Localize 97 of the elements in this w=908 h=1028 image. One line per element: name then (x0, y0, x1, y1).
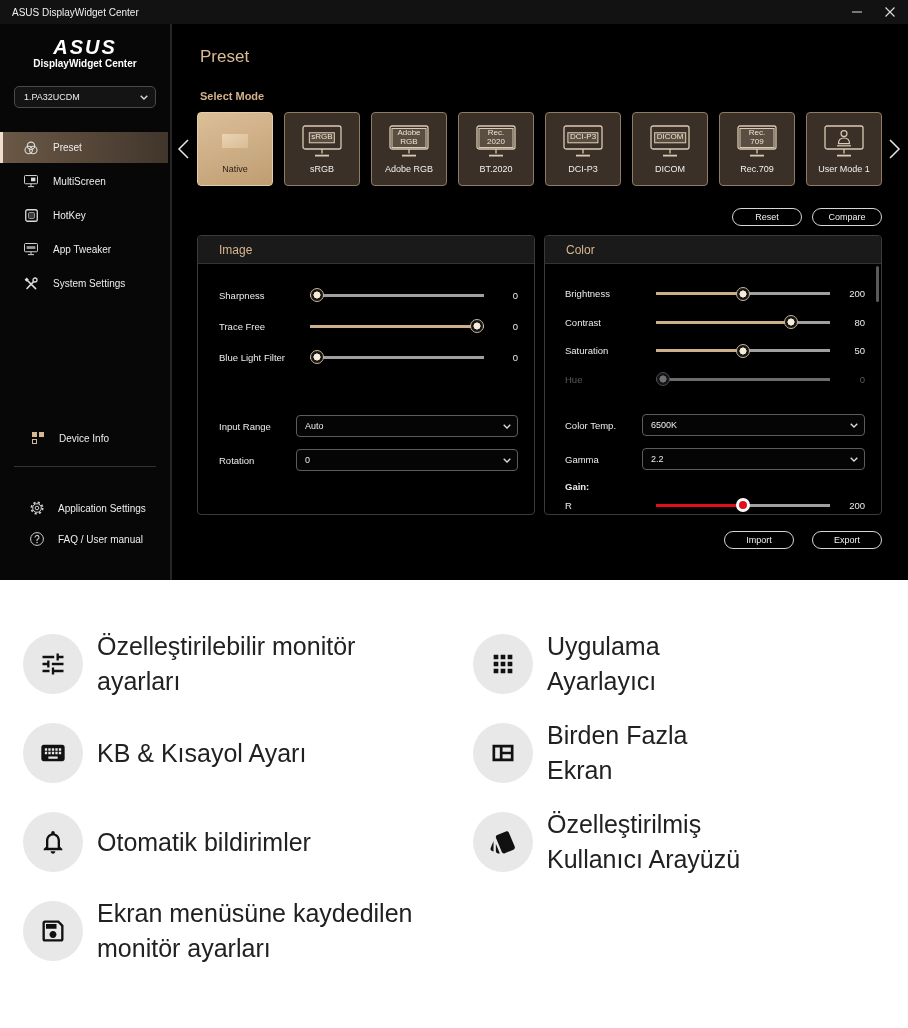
feature-text: KB & Kısayol Ayarı (97, 737, 308, 769)
slider-thumb[interactable] (310, 350, 324, 364)
tools-icon (24, 276, 38, 291)
feature-text: Özelleştirilmiş Kullanıcı Arayüzü (547, 809, 742, 875)
blank-screen-icon (222, 134, 248, 148)
setting-label: Hue (565, 373, 583, 385)
chevron-right-icon[interactable] (889, 139, 901, 159)
chevron-down-icon (503, 457, 511, 463)
nav-item[interactable]: MultiScreen (0, 166, 168, 197)
mode-tile[interactable]: DICOM DICOM (632, 112, 708, 186)
monitor-icon (737, 125, 777, 157)
dropdown[interactable]: 0 (296, 449, 518, 471)
reset-button[interactable]: Reset (732, 208, 802, 226)
section-label: Select Mode (200, 89, 265, 103)
monitor-icon (650, 125, 690, 157)
setting-label: Contrast (565, 316, 601, 328)
slider-thumb[interactable] (310, 288, 324, 302)
setting-value: 0 (512, 289, 518, 301)
feature-text: Uygulama Ayarlayıcı (547, 631, 661, 697)
slider-thumb[interactable] (784, 315, 798, 330)
setting-label: Trace Free (219, 320, 266, 332)
dropdown[interactable]: 2.2 (642, 448, 865, 470)
slider-thumb[interactable] (736, 343, 750, 358)
setting-label: R (565, 499, 572, 511)
chevron-down-icon (850, 422, 858, 428)
section-heading: Gain: (565, 480, 590, 494)
feature-text: Özelleştirilebilir monitör ayarları (97, 631, 357, 697)
panel-title: Image (219, 242, 253, 257)
screen-label: Rec. 709 (739, 127, 775, 148)
export-button[interactable]: Export (812, 531, 882, 549)
setting-label: Rotation (219, 454, 255, 466)
feature-text: Birden Fazla Ekran (547, 720, 689, 786)
chevron-down-icon (850, 456, 858, 462)
screen-label: DICOM (654, 131, 686, 144)
window-title: ASUS DisplayWidget Center (12, 6, 140, 18)
monitor-icon (24, 175, 38, 188)
setting-label: Sharpness (219, 289, 265, 301)
nav-item[interactable]: HotKey (0, 200, 168, 231)
mode-tile[interactable]: sRGB sRGB (284, 112, 360, 186)
scrollbar-thumb[interactable] (876, 266, 879, 302)
mode-tile[interactable]: DCI-P3 DCI-P3 (545, 112, 621, 186)
user-monitor-icon (824, 125, 864, 157)
sidebar-item[interactable]: FAQ / User manual (0, 525, 150, 553)
mode-tile[interactable]: Native (197, 112, 273, 186)
mode-tile[interactable]: Rec. 2020 BT.2020 (458, 112, 534, 186)
nav-item[interactable]: App Tweaker (0, 234, 168, 265)
squares-icon (32, 432, 44, 444)
monitor-icon (302, 125, 342, 157)
setting-label: Gamma (565, 453, 599, 465)
sidebar-item[interactable]: Application Settings (0, 494, 150, 522)
mode-tile[interactable]: Rec. 709 Rec.709 (719, 112, 795, 186)
screen-label: Rec. 2020 (478, 127, 514, 148)
setting-label: Saturation (565, 345, 609, 357)
page-title: Preset (200, 47, 250, 67)
monitor-dropdown[interactable]: 1.PA32UCDM (14, 86, 156, 108)
setting-value: 0 (512, 351, 518, 363)
sidebar-item[interactable]: Device Info (0, 423, 140, 453)
setting-value: 0 (859, 373, 865, 385)
monitor-icon (563, 125, 603, 157)
monitor-icon (476, 125, 516, 157)
chevron-down-icon (140, 94, 148, 100)
circles-icon (24, 140, 38, 155)
feature-text: Otomatik bildirimler (97, 826, 312, 858)
chevron-down-icon (503, 423, 511, 429)
app-name: DisplayWidget Center (33, 57, 137, 71)
nav-item[interactable]: System Settings (0, 268, 168, 299)
setting-value: 0 (512, 320, 518, 332)
setting-value: 50 (854, 345, 865, 357)
chevron-left-icon[interactable] (177, 139, 189, 159)
screen-label: sRGB (308, 131, 336, 144)
setting-value: 200 (849, 499, 865, 511)
panel-title: Color (566, 242, 595, 257)
nav-item[interactable]: Preset (0, 132, 168, 163)
setting-label: Input Range (219, 420, 271, 432)
brand-logo: ASUS (53, 37, 117, 57)
setting-value: 80 (854, 316, 865, 328)
screen-label: DCI-P3 (567, 131, 599, 144)
slider-thumb[interactable] (736, 286, 750, 301)
monitor-icon (24, 243, 38, 256)
monitor-icon (389, 125, 429, 157)
feature-text: Ekran menüsüne kaydedilen monitör ayarları (97, 898, 414, 964)
slider-thumb[interactable] (470, 319, 484, 333)
settings-icon (30, 501, 44, 515)
setting-label: Color Temp. (565, 419, 617, 431)
dropdown[interactable]: Auto (296, 415, 518, 437)
mode-tile[interactable]: User Mode 1 (806, 112, 882, 186)
keycap-icon (24, 209, 38, 222)
mode-tile[interactable]: Adobe RGB Adobe RGB (371, 112, 447, 186)
setting-label: Brightness (565, 288, 610, 300)
help-icon (30, 532, 44, 546)
screen-label: Adobe RGB (391, 127, 427, 148)
import-button[interactable]: Import (724, 531, 794, 549)
close-icon[interactable] (885, 7, 895, 17)
setting-label: Blue Light Filter (219, 351, 285, 363)
dropdown[interactable]: 6500K (642, 414, 865, 436)
setting-value: 200 (849, 288, 865, 300)
compare-button[interactable]: Compare (812, 208, 882, 226)
